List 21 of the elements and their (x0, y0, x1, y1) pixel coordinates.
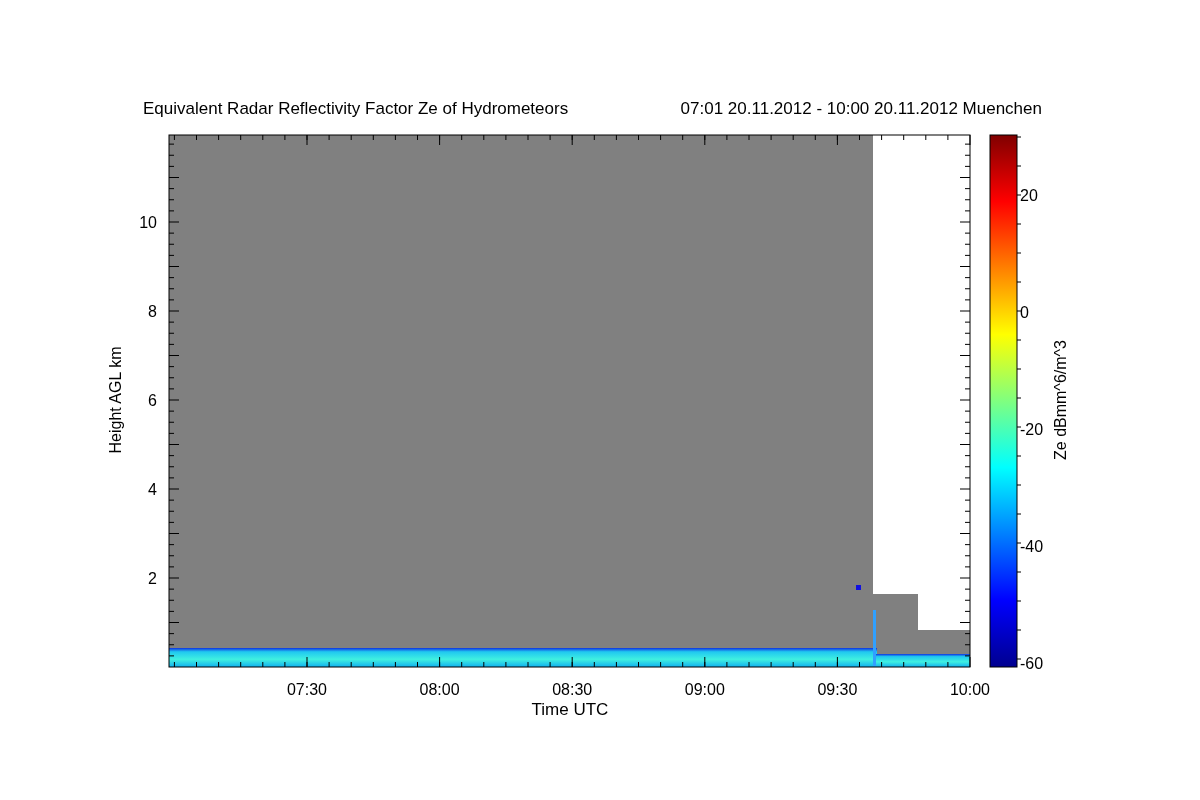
colorbar-tick-label: 20 (1020, 187, 1038, 204)
colorbar-label: Ze dBmm^6/m^3 (1052, 340, 1069, 460)
y-tick-label: 6 (148, 392, 157, 409)
x-tick-label: 10:00 (950, 681, 990, 698)
y-tick-label: 8 (148, 303, 157, 320)
colorbar-tick-label: -20 (1020, 421, 1044, 438)
colorbar-tick-label: -60 (1020, 655, 1044, 672)
x-tick-label: 08:00 (419, 681, 460, 698)
x-tick-label: 08:30 (552, 681, 593, 698)
colorbar-tick-label: -40 (1020, 538, 1044, 555)
y-tick-label: 4 (148, 481, 157, 498)
y-tick-label: 10 (139, 214, 157, 231)
y-axis-label: Height AGL km (107, 346, 124, 454)
colorbar-tick-label: 0 (1020, 304, 1029, 321)
x-tick-label: 09:30 (817, 681, 858, 698)
plot-period: 07:01 20.11.2012 - 10:00 20.11.2012 Muenchen (680, 99, 1042, 118)
x-axis-label: Time UTC (531, 700, 609, 719)
x-tick-label: 07:30 (287, 681, 327, 698)
x-tick-label: 09:00 (684, 681, 725, 698)
plot-title: Equivalent Radar Reflectivity Factor Ze of Hydrometeors (143, 99, 569, 118)
y-tick-label: 2 (148, 570, 157, 587)
